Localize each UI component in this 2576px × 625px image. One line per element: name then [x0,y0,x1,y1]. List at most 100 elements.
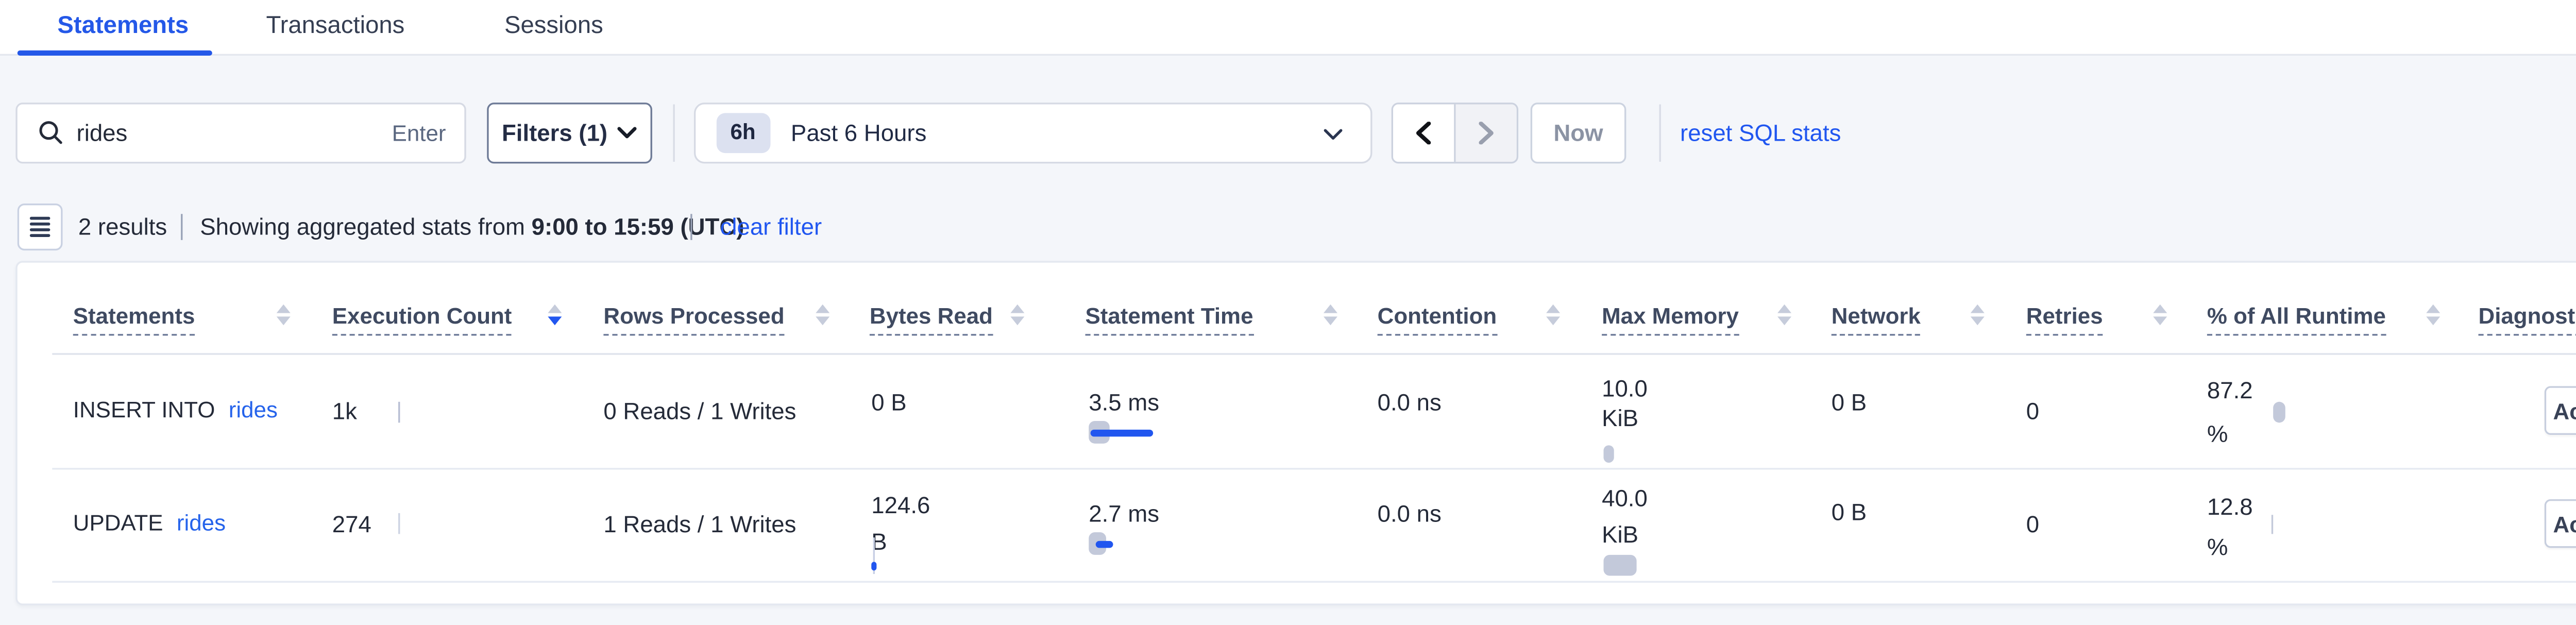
execution-count-bar [398,514,400,534]
retries-value: 0 [2026,511,2039,537]
clear-filter-link[interactable]: clear filter [720,214,822,240]
column-header-diagnostics[interactable]: Diagnostics [2479,262,2576,353]
column-header-rows-processed[interactable]: Rows Processed [603,262,869,353]
sort-arrows-icon [1010,303,1024,325]
execution-count-value: 274 [332,511,371,537]
statement-time-value: 2.7 ms [1089,501,1159,528]
bytes-read-value: 0 B [871,390,906,416]
statements-table: Statements Execution Count Rows Processe… [15,260,2576,606]
statement-object: rides [177,510,226,536]
tab-sessions[interactable]: Sessions [504,10,603,38]
bytes-read-bar [872,561,876,570]
active-tab-indicator [18,49,212,55]
contention-value: 0.0 ns [1378,501,1442,528]
pct-runtime-unit: % [2207,421,2228,447]
max-memory-cell: 10.0 KiB [1602,353,1832,468]
filters-button[interactable]: Filters (1) [487,102,652,163]
execution-count-cell: 1k [332,353,604,468]
statement-time-cell: 2.7 ms [1085,468,1377,580]
contention-cell: 0.0 ns [1378,353,1602,468]
column-header-execution-count[interactable]: Execution Count [332,262,604,353]
max-memory-bar [1603,556,1636,577]
column-header-statements[interactable]: Statements [18,262,332,353]
statement-time-bar [1090,429,1153,435]
sort-arrows-icon [1546,303,1560,325]
search-icon [38,121,62,145]
search-input[interactable] [77,120,392,146]
time-nav-arrows [1392,102,1518,163]
column-header-max-memory[interactable]: Max Memory [1602,262,1832,353]
sort-arrows-icon [1971,303,1985,325]
list-icon [29,216,50,239]
table-header-row: Statements Execution Count Rows Processe… [18,262,2576,353]
network-cell: 0 B [1832,468,2026,580]
max-memory-value: 10.0 [1602,376,1648,402]
column-selector-button[interactable] [17,204,63,251]
column-header-contention[interactable]: Contention [1378,262,1602,353]
statement-link[interactable]: INSERT INTO rides [73,397,278,425]
activate-diagnostics-button[interactable]: Activate [2545,499,2576,548]
column-header-bytes-read[interactable]: Bytes Read [870,262,1086,353]
tab-statements[interactable]: Statements [57,10,189,38]
network-cell: 0 B [1832,353,2026,468]
next-range-button[interactable] [1455,104,1516,161]
filters-label: Filters (1) [502,120,607,146]
execution-count-cell: 274 [332,468,604,580]
showing-prefix: Showing aggregated stats from [200,214,531,240]
column-label: Max Memory [1602,302,1739,336]
max-memory-unit: KiB [1602,406,1638,432]
column-label: Diagnostics [2479,302,2576,336]
statement-cell: INSERT INTO rides [18,353,332,468]
time-range-label: Past 6 Hours [791,120,926,146]
statement-time-value: 3.5 ms [1089,390,1159,416]
rows-processed-cell: 0 Reads / 1 Writes [603,353,869,468]
pct-runtime-value: 87.2 [2207,378,2253,404]
statement-time-cell: 3.5 ms [1085,353,1377,468]
sort-arrows-icon [277,303,291,325]
rows-processed-value: 0 Reads / 1 Writes [603,398,796,424]
bytes-read-cell: 124.6 B [870,468,1086,580]
enter-hint: Enter [392,120,446,146]
statement-link[interactable]: UPDATE rides [73,510,226,538]
pct-runtime-bar [2272,515,2274,534]
network-value: 0 B [1832,499,1867,526]
column-header-pct-runtime[interactable]: % of All Runtime [2207,262,2479,353]
tab-transactions[interactable]: Transactions [266,10,404,38]
statement-object: rides [229,397,278,423]
activate-diagnostics-button[interactable]: Activate [2545,386,2576,435]
now-button[interactable]: Now [1531,102,1625,163]
column-label: Contention [1378,302,1497,336]
column-label: Bytes Read [870,302,993,336]
toolbar-divider [672,105,674,162]
search-box: Enter [15,102,467,163]
pct-runtime-bar [2272,402,2285,422]
execution-count-bar [398,402,400,423]
bytes-read-cell: 0 B [870,353,1086,468]
column-header-statement-time[interactable]: Statement Time [1085,262,1377,353]
reset-sql-stats-link[interactable]: reset SQL stats [1680,119,1841,145]
diagnostics-cell: Activate [2479,468,2576,580]
contention-cell: 0.0 ns [1378,468,1602,580]
sort-arrows-icon [2426,303,2440,325]
time-range-select[interactable]: 6h Past 6 Hours [693,102,1372,163]
showing-range: 9:00 to 15:59 (UTC) [532,214,744,240]
statement-cell: UPDATE rides [18,468,332,580]
pct-runtime-value: 12.8 [2207,494,2253,520]
prev-range-button[interactable] [1393,104,1455,161]
pct-runtime-cell: 12.8 % [2207,468,2479,580]
retries-cell: 0 [2026,353,2207,468]
retries-cell: 0 [2026,468,2207,580]
sort-arrows-icon [1324,303,1337,325]
chevron-left-icon [1416,122,1431,144]
max-memory-bar [1603,445,1614,463]
column-label: Statements [73,302,195,336]
pct-runtime-unit: % [2207,534,2228,561]
chevron-down-icon [618,127,637,139]
column-header-retries[interactable]: Retries [2026,262,2207,353]
sort-arrows-icon [2153,303,2167,325]
tab-bar: Statements Transactions Sessions [0,0,2576,55]
column-header-network[interactable]: Network [1832,262,2026,353]
statement-keyword: INSERT INTO [73,397,215,423]
rows-processed-value: 1 Reads / 1 Writes [603,511,796,537]
results-count: 2 results [78,214,167,240]
